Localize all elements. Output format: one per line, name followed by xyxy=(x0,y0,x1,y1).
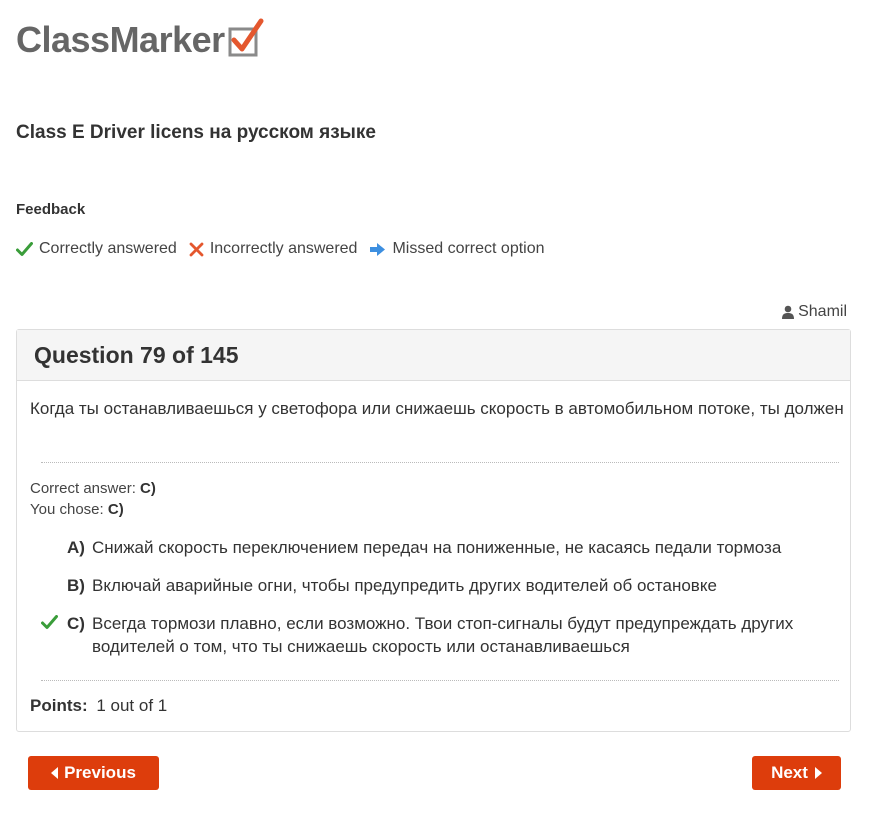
previous-button[interactable]: Previous xyxy=(28,756,159,790)
next-label: Next xyxy=(771,763,808,782)
logo-checkbox-icon xyxy=(228,18,264,57)
user-icon xyxy=(782,305,795,319)
legend-incorrect: Incorrectly answered xyxy=(189,240,358,258)
legend-correct-label: Correctly answered xyxy=(39,240,177,257)
you-chose-label: You chose: xyxy=(30,501,104,518)
option-text: Всегда тормози плавно, если возможно. Тв… xyxy=(92,614,794,656)
question-panel: Question 79 of 145 Когда ты останавливае… xyxy=(16,329,851,732)
you-chose-value: C) xyxy=(107,501,124,518)
user-indicator: Shamil xyxy=(782,303,847,321)
option-letter: B) xyxy=(67,576,85,595)
cross-icon xyxy=(189,242,204,257)
check-icon xyxy=(41,612,67,658)
classmarker-logo: ClassMarker xyxy=(16,18,265,62)
legend-incorrect-label: Incorrectly answered xyxy=(209,240,358,257)
points-value: 1 out of 1 xyxy=(96,696,168,715)
caret-right-icon xyxy=(814,767,822,779)
option-text: Включай аварийные огни, чтобы предупреди… xyxy=(92,576,717,595)
answer-option-c: C) Всегда тормози плавно, если возможно.… xyxy=(41,612,852,658)
answer-option-a: A) Снижай скорость переключением передач… xyxy=(41,536,852,559)
question-text: Когда ты останавливаешься у светофора ил… xyxy=(30,399,844,418)
option-letter: A) xyxy=(67,538,85,557)
feedback-heading: Feedback xyxy=(16,201,86,218)
caret-left-icon xyxy=(51,767,59,779)
correct-answer-label: Correct answer: xyxy=(30,480,136,497)
check-icon xyxy=(16,241,33,257)
legend-missed-label: Missed correct option xyxy=(392,240,545,257)
answer-option-b: B) Включай аварийные огни, чтобы предупр… xyxy=(41,574,852,597)
previous-label: Previous xyxy=(64,763,136,782)
feedback-legend: Correctly answered Incorrectly answered … xyxy=(16,240,557,258)
option-text: Снижай скорость переключением передач на… xyxy=(92,538,782,557)
option-letter: C) xyxy=(67,614,85,633)
points-label: Points: xyxy=(30,696,88,715)
next-button[interactable]: Next xyxy=(752,756,841,790)
you-chose-line: You chose: C) xyxy=(30,501,124,518)
divider xyxy=(41,462,839,463)
arrow-right-icon xyxy=(369,242,386,257)
points-line: Points: 1 out of 1 xyxy=(30,696,167,716)
legend-missed: Missed correct option xyxy=(369,240,545,258)
divider xyxy=(41,680,839,681)
legend-correct: Correctly answered xyxy=(16,240,177,258)
logo-text: ClassMarker xyxy=(16,19,225,60)
question-header: Question 79 of 145 xyxy=(17,330,850,381)
user-name: Shamil xyxy=(798,303,847,320)
quiz-title: Class E Driver licens на русском языке xyxy=(16,122,376,143)
correct-answer-line: Correct answer: C) xyxy=(30,480,156,497)
correct-answer-value: C) xyxy=(140,480,156,497)
